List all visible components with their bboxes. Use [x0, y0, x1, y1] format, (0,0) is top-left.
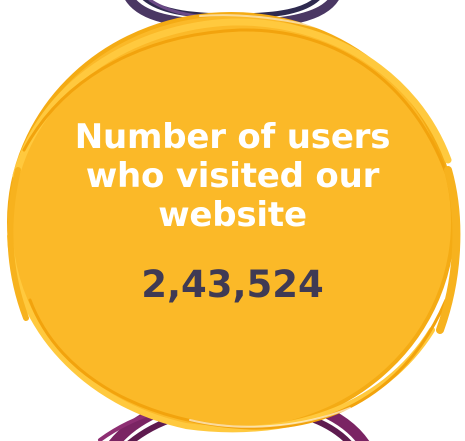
visitor-count: 2,43,524: [141, 263, 324, 306]
visitor-stat-card: Number of users who visited our website …: [0, 0, 465, 441]
headline-line-3: website: [158, 195, 307, 235]
stat-headline: Number of users who visited our website: [40, 118, 425, 235]
headline-line-1: Number of users: [74, 117, 391, 157]
headline-line-2: who visited our: [85, 156, 380, 196]
stat-text-block: Number of users who visited our website …: [40, 118, 425, 305]
